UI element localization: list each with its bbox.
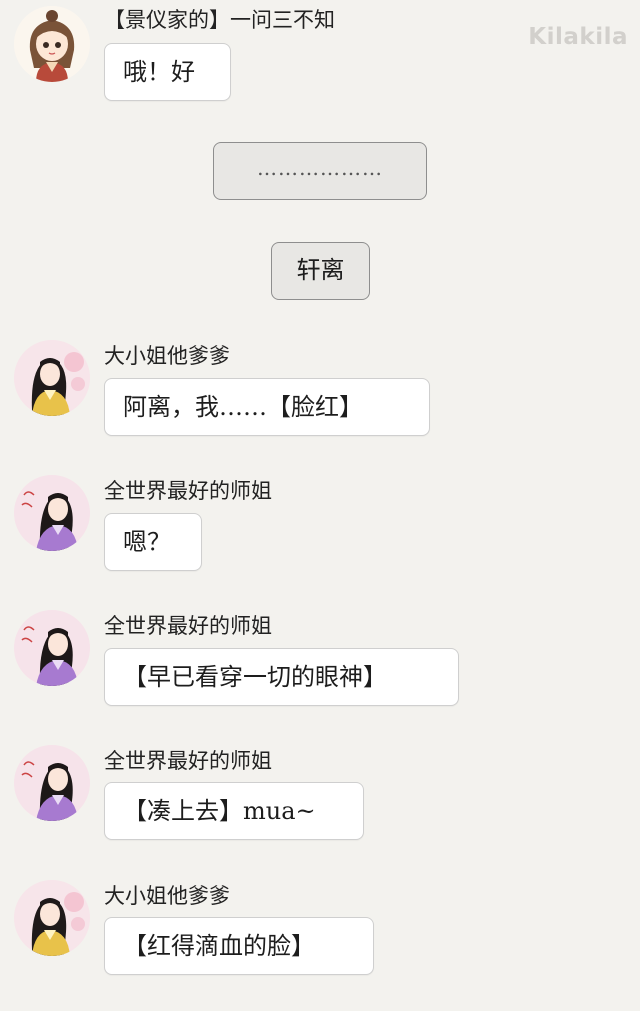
message-text: 嗯？ [123, 528, 171, 556]
message-text: 【早已看穿一切的眼神】 [123, 663, 387, 691]
narration-text: ……………… [257, 156, 383, 180]
message-text: 【凑上去】mua~ [123, 797, 316, 825]
yellow-robe-lady-avatar-icon[interactable] [14, 340, 90, 416]
narration-text: 轩离 [296, 256, 345, 284]
sender-name: 大小姐他爹爹 [104, 344, 230, 368]
message-bubble[interactable]: 嗯？ [104, 513, 202, 571]
purple-robe-lady-avatar-icon[interactable] [14, 745, 90, 821]
sender-name: 【景仪家的】一问三不知 [104, 8, 335, 32]
message-text: 阿离，我……【脸红】 [123, 393, 363, 421]
narration-bubble[interactable]: ……………… [213, 142, 427, 200]
message-bubble[interactable]: 【早已看穿一切的眼神】 [104, 648, 459, 706]
message-bubble[interactable]: 【红得滴血的脸】 [104, 917, 374, 975]
purple-robe-lady-avatar-icon[interactable] [14, 610, 90, 686]
sender-name: 全世界最好的师姐 [104, 749, 272, 773]
chibi-girl-avatar-icon[interactable] [14, 6, 90, 82]
purple-robe-lady-avatar-icon[interactable] [14, 475, 90, 551]
message-bubble[interactable]: 阿离，我……【脸红】 [104, 378, 430, 436]
narration-bubble[interactable]: 轩离 [271, 242, 370, 300]
sender-name: 大小姐他爹爹 [104, 884, 230, 908]
yellow-robe-lady-avatar-icon[interactable] [14, 880, 90, 956]
message-text: 哦！好 [123, 58, 195, 86]
message-text: 【红得滴血的脸】 [123, 932, 315, 960]
sender-name: 全世界最好的师姐 [104, 614, 272, 638]
message-bubble[interactable]: 【凑上去】mua~ [104, 782, 364, 840]
watermark: Kilakila [528, 24, 628, 50]
message-bubble[interactable]: 哦！好 [104, 43, 231, 101]
sender-name: 全世界最好的师姐 [104, 479, 272, 503]
